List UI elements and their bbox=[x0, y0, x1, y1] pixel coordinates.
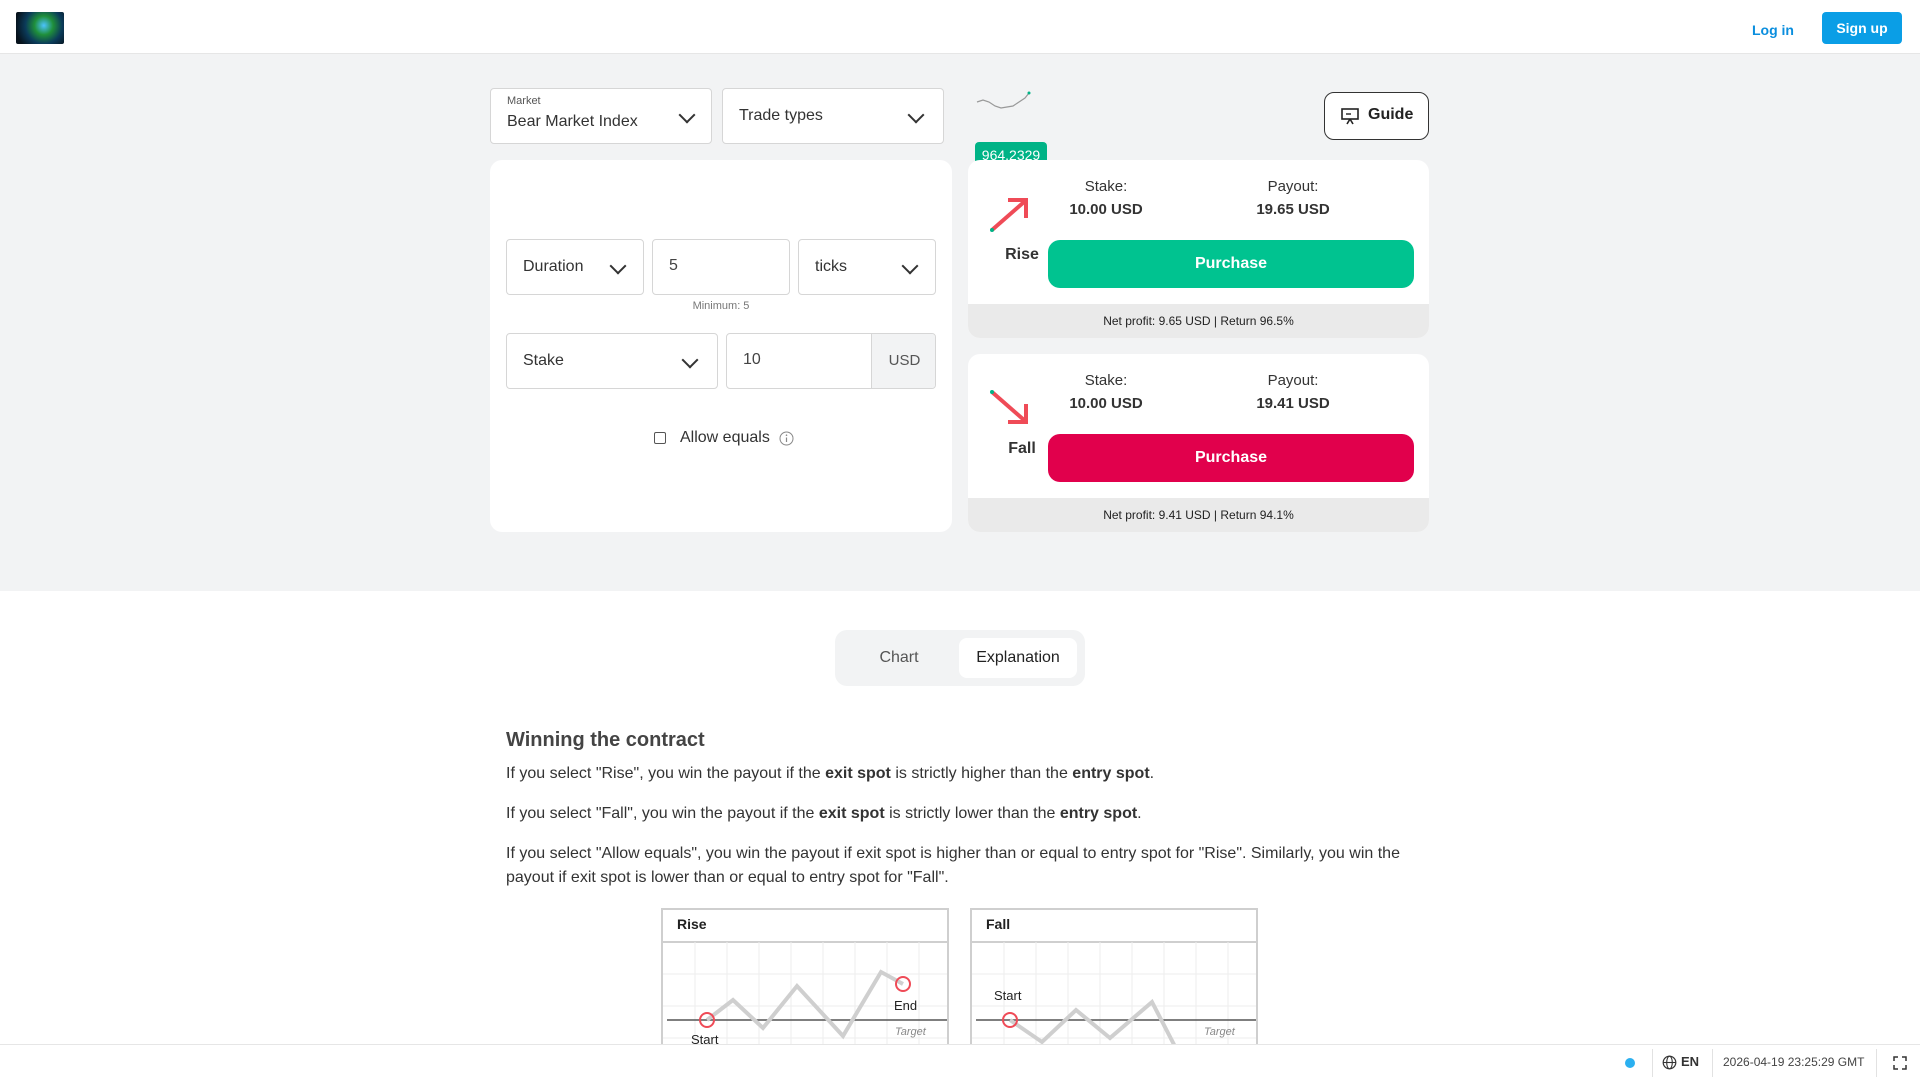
view-tabs: Chart Explanation bbox=[835, 630, 1085, 686]
trade-types-select[interactable]: Trade types bbox=[722, 88, 944, 144]
header: Log in Sign up bbox=[0, 0, 1920, 54]
arrow-up-right-icon bbox=[988, 194, 1032, 239]
start-label: Start bbox=[994, 988, 1022, 1003]
fall-net-profit: Net profit: 9.41 USD | Return 94.1% bbox=[968, 498, 1429, 532]
fullscreen-icon[interactable] bbox=[1893, 1056, 1907, 1075]
language-selector[interactable]: EN bbox=[1681, 1054, 1699, 1069]
chevron-down-icon bbox=[907, 106, 925, 124]
stake-type-select[interactable]: Stake bbox=[506, 333, 718, 389]
rise-payout: Payout: 19.65 USD bbox=[1223, 178, 1363, 218]
divider bbox=[1876, 1049, 1877, 1077]
stake-currency: USD bbox=[871, 334, 935, 388]
chevron-down-icon bbox=[681, 351, 699, 369]
rise-contract-card: Rise Stake: 10.00 USD Payout: 19.65 USD … bbox=[968, 160, 1429, 338]
duration-unit-value: ticks bbox=[815, 258, 847, 275]
divider bbox=[1712, 1049, 1713, 1077]
target-label: Target bbox=[1204, 1026, 1235, 1038]
stake-amount: 10.00 USD bbox=[1069, 201, 1143, 218]
status-bar: EN 2026-04-19 23:25:29 GMT bbox=[0, 1044, 1920, 1080]
arrow-down-right-icon bbox=[988, 388, 1032, 433]
signup-button[interactable]: Sign up bbox=[1822, 12, 1902, 44]
fall-label: Fall bbox=[1008, 440, 1036, 457]
fall-rule-paragraph: If you select "Fall", you win the payout… bbox=[506, 805, 1142, 822]
rise-label: Rise bbox=[1005, 246, 1039, 263]
payout-label: Payout: bbox=[1267, 372, 1319, 389]
market-value: Bear Market Index bbox=[507, 113, 638, 130]
stake-input[interactable]: 10 USD bbox=[726, 333, 936, 389]
fall-payout: Payout: 19.41 USD bbox=[1223, 372, 1363, 412]
divider bbox=[1652, 1049, 1653, 1077]
market-select[interactable]: Market Bear Market Index bbox=[490, 88, 712, 144]
duration-type-value: Duration bbox=[523, 258, 584, 275]
payout-amount: 19.41 USD bbox=[1256, 395, 1330, 412]
trade-section bbox=[0, 54, 1920, 591]
sparkline-chart bbox=[976, 91, 1031, 109]
trade-types-value: Trade types bbox=[739, 107, 823, 124]
info-icon[interactable] bbox=[779, 431, 794, 446]
chevron-down-icon bbox=[609, 257, 627, 275]
stake-type-value: Stake bbox=[523, 352, 564, 369]
rise-purchase-button[interactable]: Purchase bbox=[1048, 240, 1414, 288]
duration-value: 5 bbox=[669, 257, 678, 274]
payout-label: Payout: bbox=[1267, 178, 1319, 195]
login-button[interactable]: Log in bbox=[1740, 14, 1806, 46]
stake-label: Stake: bbox=[1084, 178, 1128, 195]
rise-rule-paragraph: If you select "Rise", you win the payout… bbox=[506, 765, 1155, 782]
tab-explanation[interactable]: Explanation bbox=[959, 638, 1077, 678]
fall-stake: Stake: 10.00 USD bbox=[1036, 372, 1176, 412]
stake-amount: 10.00 USD bbox=[1069, 395, 1143, 412]
server-time: 2026-04-19 23:25:29 GMT bbox=[1723, 1055, 1865, 1069]
guide-button[interactable]: Guide bbox=[1324, 92, 1429, 140]
target-label: Target bbox=[895, 1026, 926, 1038]
allow-equals-paragraph: If you select "Allow equals", you win th… bbox=[506, 845, 1400, 886]
globe-icon[interactable] bbox=[1662, 1055, 1677, 1075]
connection-status-indicator bbox=[1625, 1058, 1635, 1068]
chevron-down-icon bbox=[678, 106, 696, 124]
payout-amount: 19.65 USD bbox=[1256, 201, 1330, 218]
fall-contract-card: Fall Stake: 10.00 USD Payout: 19.41 USD … bbox=[968, 354, 1429, 532]
stake-label: Stake: bbox=[1084, 372, 1128, 389]
chevron-down-icon bbox=[901, 257, 919, 275]
allow-equals-label[interactable]: Allow equals bbox=[680, 429, 770, 447]
market-label: Market bbox=[507, 95, 541, 107]
duration-minimum-hint: Minimum: 5 bbox=[692, 300, 750, 312]
rise-stake: Stake: 10.00 USD bbox=[1036, 178, 1176, 218]
duration-unit-select[interactable]: ticks bbox=[798, 239, 936, 295]
rise-net-profit: Net profit: 9.65 USD | Return 96.5% bbox=[968, 304, 1429, 338]
end-label: End bbox=[894, 998, 918, 1013]
explanation-content: Winning the contract If you select "Rise… bbox=[506, 728, 1406, 906]
guide-label: Guide bbox=[1368, 106, 1414, 123]
duration-type-select[interactable]: Duration bbox=[506, 239, 644, 295]
fall-purchase-button[interactable]: Purchase bbox=[1048, 434, 1414, 482]
logo[interactable] bbox=[16, 12, 64, 44]
allow-equals-checkbox[interactable] bbox=[654, 432, 666, 444]
presentation-icon bbox=[1341, 107, 1359, 130]
stake-value: 10 bbox=[743, 351, 761, 368]
explanation-heading: Winning the contract bbox=[506, 729, 705, 751]
tab-chart[interactable]: Chart bbox=[843, 638, 955, 678]
duration-input[interactable]: 5 bbox=[652, 239, 790, 295]
